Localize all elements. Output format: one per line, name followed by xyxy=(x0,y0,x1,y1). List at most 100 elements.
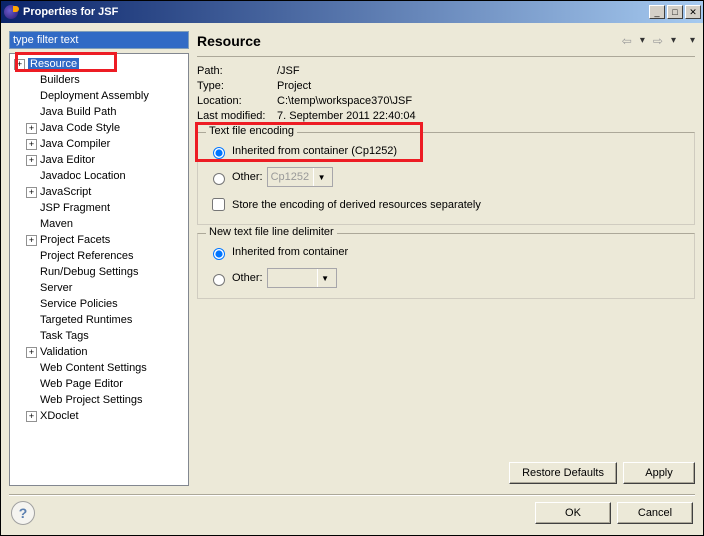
nav-back-icon[interactable]: ⇦ xyxy=(622,34,632,48)
tree-expand-icon[interactable]: + xyxy=(26,347,37,358)
delimiter-other-radio[interactable] xyxy=(213,274,225,286)
encoding-legend: Text file encoding xyxy=(206,125,297,137)
ok-button[interactable]: OK xyxy=(535,502,611,524)
location-value: C:\temp\workspace370\JSF xyxy=(277,95,695,107)
tree-item-label: Javadoc Location xyxy=(40,170,126,182)
tree-item-label: XDoclet xyxy=(40,410,79,422)
tree-item-label: Project References xyxy=(40,250,134,262)
nav-forward-menu-icon[interactable]: ▾ xyxy=(671,35,676,46)
path-value: /JSF xyxy=(277,65,695,77)
tree-item[interactable]: +Validation xyxy=(10,344,188,360)
tree-item-label: Java Compiler xyxy=(40,138,110,150)
encoding-other-radio[interactable] xyxy=(213,173,225,185)
nav-toolbar: ⇦ ▾ ⇨ ▾ ▾ xyxy=(622,34,695,48)
restore-defaults-button[interactable]: Restore Defaults xyxy=(509,462,617,484)
tree-item[interactable]: +Resource xyxy=(10,56,188,72)
tree-item-label: Builders xyxy=(40,74,80,86)
tree-item-label: Project Facets xyxy=(40,234,110,246)
encoding-inherited-label: Inherited from container (Cp1252) xyxy=(232,145,397,157)
modified-value: 7. September 2011 22:40:04 xyxy=(277,110,695,122)
tree-item[interactable]: Targeted Runtimes xyxy=(10,312,188,328)
tree-item-label: Web Page Editor xyxy=(40,378,123,390)
filter-input[interactable] xyxy=(9,31,189,49)
delimiter-inherited-radio[interactable] xyxy=(213,248,225,260)
tree-item[interactable]: Web Project Settings xyxy=(10,392,188,408)
tree-expand-icon[interactable]: + xyxy=(26,123,37,134)
delimiter-other-label: Other: xyxy=(232,272,263,284)
tree-item-label: Java Editor xyxy=(40,154,95,166)
tree-item[interactable]: +JavaScript xyxy=(10,184,188,200)
delimiter-inherited-label: Inherited from container xyxy=(232,246,348,258)
apply-button[interactable]: Apply xyxy=(623,462,695,484)
minimize-button[interactable]: _ xyxy=(649,5,665,19)
tree-item[interactable]: Project References xyxy=(10,248,188,264)
tree-item[interactable]: +Java Compiler xyxy=(10,136,188,152)
tree-expand-icon[interactable]: + xyxy=(26,187,37,198)
tree-item-label: Targeted Runtimes xyxy=(40,314,132,326)
help-button[interactable]: ? xyxy=(11,501,35,525)
tree-item[interactable]: Javadoc Location xyxy=(10,168,188,184)
titlebar: Properties for JSF _ □ ✕ xyxy=(1,1,703,23)
location-label: Location: xyxy=(197,95,277,107)
tree-item-label: JavaScript xyxy=(40,186,91,198)
tree-item[interactable]: Web Page Editor xyxy=(10,376,188,392)
tree-item[interactable]: Server xyxy=(10,280,188,296)
tree-item-label: Java Build Path xyxy=(40,106,116,118)
tree-item[interactable]: Java Build Path xyxy=(10,104,188,120)
encoding-other-label: Other: xyxy=(232,171,263,183)
delimiter-combo[interactable]: ▼ xyxy=(267,268,337,288)
tree-item-label: Web Project Settings xyxy=(40,394,143,406)
tree-item[interactable]: Web Content Settings xyxy=(10,360,188,376)
properties-dialog: Properties for JSF _ □ ✕ +ResourceBuilde… xyxy=(0,0,704,536)
right-panel: Resource ⇦ ▾ ⇨ ▾ ▾ Path: /JSF Type: Proj… xyxy=(197,31,695,486)
tree-item[interactable]: Builders xyxy=(10,72,188,88)
window-title: Properties for JSF xyxy=(23,6,649,18)
tree-item-label: Validation xyxy=(40,346,88,358)
nav-forward-icon[interactable]: ⇨ xyxy=(653,34,663,48)
tree-item-label: Server xyxy=(40,282,72,294)
tree-expand-icon[interactable]: + xyxy=(26,139,37,150)
encoding-derived-checkbox[interactable] xyxy=(212,198,225,211)
chevron-down-icon: ▼ xyxy=(313,168,329,186)
tree-expand-icon[interactable]: + xyxy=(14,59,25,70)
nav-back-menu-icon[interactable]: ▾ xyxy=(640,35,645,46)
view-menu-icon[interactable]: ▾ xyxy=(690,35,695,46)
delimiter-fieldset: New text file line delimiter Inherited f… xyxy=(197,233,695,299)
encoding-fieldset: Text file encoding Inherited from contai… xyxy=(197,132,695,225)
tree-item[interactable]: +Java Editor xyxy=(10,152,188,168)
close-button[interactable]: ✕ xyxy=(685,5,701,19)
tree-item-label: Java Code Style xyxy=(40,122,120,134)
tree-item-label: Run/Debug Settings xyxy=(40,266,138,278)
tree-expand-icon[interactable]: + xyxy=(26,411,37,422)
tree-item[interactable]: +Project Facets xyxy=(10,232,188,248)
category-tree[interactable]: +ResourceBuildersDeployment AssemblyJava… xyxy=(9,53,189,486)
chevron-down-icon: ▼ xyxy=(317,269,333,287)
encoding-combo[interactable]: Cp1252 ▼ xyxy=(267,167,334,187)
tree-item[interactable]: Task Tags xyxy=(10,328,188,344)
tree-item[interactable]: Service Policies xyxy=(10,296,188,312)
tree-item[interactable]: Deployment Assembly xyxy=(10,88,188,104)
maximize-button[interactable]: □ xyxy=(667,5,683,19)
delimiter-legend: New text file line delimiter xyxy=(206,226,337,238)
bottom-bar: ? OK Cancel xyxy=(1,495,703,535)
tree-item[interactable]: Maven xyxy=(10,216,188,232)
tree-item-label: Resource xyxy=(28,58,79,70)
encoding-inherited-radio[interactable] xyxy=(213,147,225,159)
page-title: Resource xyxy=(197,33,622,49)
tree-item[interactable]: Run/Debug Settings xyxy=(10,264,188,280)
cancel-button[interactable]: Cancel xyxy=(617,502,693,524)
eclipse-icon xyxy=(3,4,19,20)
tree-expand-icon[interactable]: + xyxy=(26,155,37,166)
tree-item-label: Web Content Settings xyxy=(40,362,147,374)
modified-label: Last modified: xyxy=(197,110,277,122)
type-label: Type: xyxy=(197,80,277,92)
tree-expand-icon[interactable]: + xyxy=(26,235,37,246)
tree-item-label: Deployment Assembly xyxy=(40,90,149,102)
tree-item[interactable]: +XDoclet xyxy=(10,408,188,424)
tree-item-label: Task Tags xyxy=(40,330,89,342)
tree-item[interactable]: +Java Code Style xyxy=(10,120,188,136)
info-grid: Path: /JSF Type: Project Location: C:\te… xyxy=(197,65,695,122)
tree-item-label: Maven xyxy=(40,218,73,230)
tree-item[interactable]: JSP Fragment xyxy=(10,200,188,216)
path-label: Path: xyxy=(197,65,277,77)
